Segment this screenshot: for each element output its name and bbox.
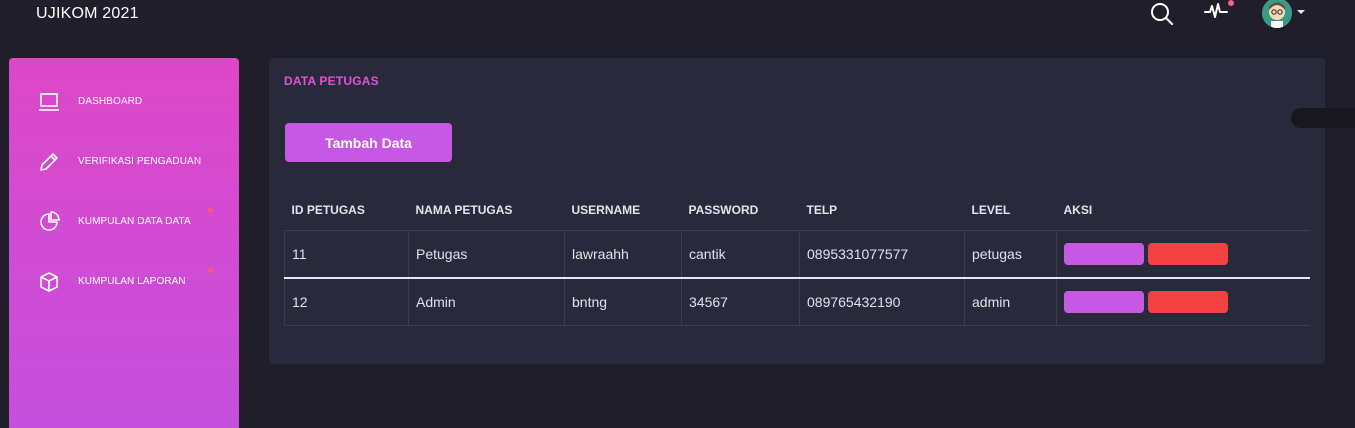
laptop-icon — [39, 93, 59, 111]
chevron-down-icon[interactable] — [1297, 10, 1305, 14]
pencil-icon — [40, 153, 58, 171]
scrollbar-handle[interactable] — [1291, 108, 1355, 128]
column-header: ID PETUGAS — [284, 190, 409, 231]
box-icon — [40, 272, 58, 292]
sidebar-item-kumpulan-data-data[interactable]: KUMPULAN DATA DATA — [9, 202, 239, 242]
table-cell: petugas — [964, 230, 1057, 279]
column-header: TELP — [799, 190, 965, 231]
table-cell: 11 — [284, 230, 409, 279]
pie-chart-icon — [40, 211, 60, 231]
table-cell: lawraahh — [564, 230, 682, 279]
table-cell: 0895331077577 — [799, 230, 965, 279]
avatar[interactable] — [1262, 0, 1292, 28]
table-cell: admin — [964, 278, 1057, 326]
column-header: LEVEL — [964, 190, 1057, 231]
delete-button[interactable] — [1148, 243, 1228, 265]
notification-dot — [208, 208, 213, 213]
delete-button[interactable] — [1148, 291, 1228, 313]
sidebar-item-verifikasi-pengaduan[interactable]: VERIFIKASI PENGADUAN — [9, 142, 239, 182]
column-header: PASSWORD — [681, 190, 800, 231]
table-cell: Petugas — [408, 230, 565, 279]
edit-button[interactable] — [1064, 243, 1144, 265]
brand-title[interactable]: UJIKOM 2021 — [36, 5, 139, 23]
column-header: USERNAME — [564, 190, 682, 231]
petugas-table: ID PETUGAS NAMA PETUGAS USERNAME PASSWOR… — [284, 190, 1310, 326]
sidebar-item-label: KUMPULAN LAPORAN — [78, 276, 186, 287]
sidebar-item-label: DASHBOARD — [78, 96, 143, 107]
sidebar-item-dashboard[interactable]: DASHBOARD — [9, 82, 239, 122]
table-cell: Admin — [408, 278, 565, 326]
table-cell: cantik — [681, 230, 800, 279]
table-cell: 34567 — [681, 278, 800, 326]
notification-dot — [1228, 0, 1234, 6]
table-row: 12 Admin bntng 34567 089765432190 admin — [284, 278, 1310, 326]
tambah-data-button[interactable]: Tambah Data — [285, 123, 452, 162]
table-row: 11 Petugas lawraahh cantik 0895331077577… — [284, 230, 1310, 279]
notification-dot — [208, 268, 213, 273]
table-cell: 089765432190 — [799, 278, 965, 326]
column-header: NAMA PETUGAS — [408, 190, 565, 231]
sidebar: DASHBOARD VERIFIKASI PENGADUAN KUMPULAN … — [9, 58, 239, 428]
sidebar-item-label: VERIFIKASI PENGADUAN — [78, 156, 202, 167]
column-header: AKSI — [1056, 190, 1310, 231]
data-petugas-panel: DATA PETUGAS Tambah Data ID PETUGAS NAMA… — [269, 58, 1325, 364]
table-header-row: ID PETUGAS NAMA PETUGAS USERNAME PASSWOR… — [284, 190, 1310, 231]
actions-cell — [1056, 230, 1310, 279]
edit-button[interactable] — [1064, 291, 1144, 313]
sidebar-item-kumpulan-laporan[interactable]: KUMPULAN LAPORAN — [9, 262, 239, 302]
table-cell: 12 — [284, 278, 409, 326]
table-cell: bntng — [564, 278, 682, 326]
actions-cell — [1056, 278, 1310, 326]
search-icon[interactable] — [1150, 2, 1174, 26]
sidebar-item-label: KUMPULAN DATA DATA — [78, 216, 191, 227]
page-title: DATA PETUGAS — [284, 74, 379, 88]
activity-icon[interactable] — [1204, 1, 1228, 21]
